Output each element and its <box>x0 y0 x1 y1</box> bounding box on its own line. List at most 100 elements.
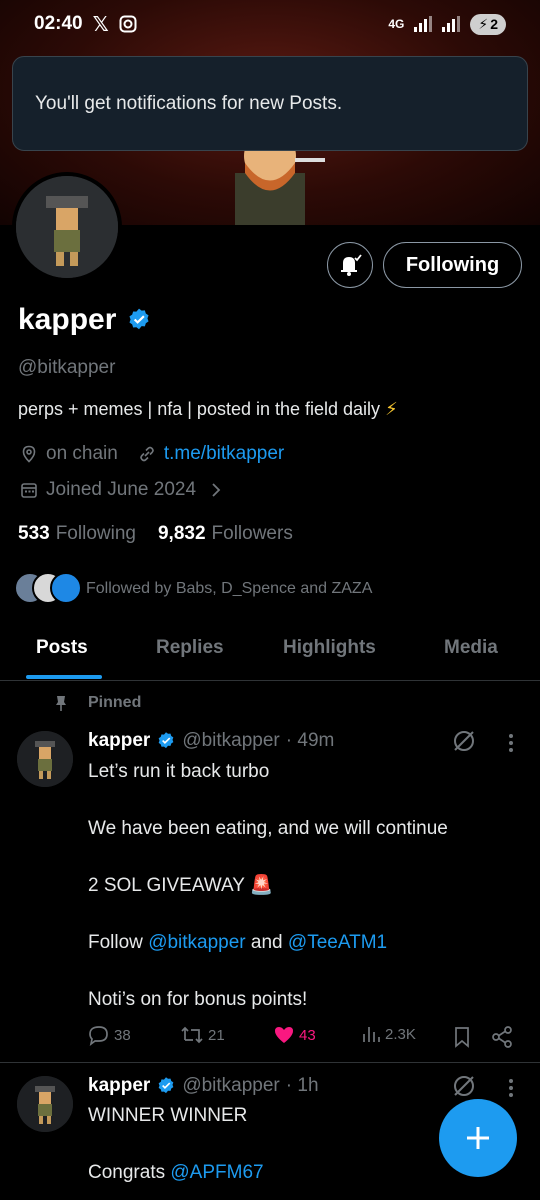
x-logo-icon: 𝕏 <box>92 13 109 36</box>
lightning-emoji: ⚡ <box>385 399 398 419</box>
avatar-image <box>16 176 118 278</box>
more-options-icon[interactable] <box>505 1078 517 1098</box>
following-count-label: Following <box>55 523 136 544</box>
plus-icon <box>467 1127 489 1149</box>
heart-filled-icon <box>275 1027 293 1043</box>
post-time: · 1h <box>285 1075 319 1096</box>
views-count: 2.3K <box>385 1025 416 1043</box>
follow-counts: 533 Following 9,832 Followers <box>18 523 293 545</box>
profile-bio: perps + memes | nfa | posted in the fiel… <box>18 399 398 420</box>
toast-text: You'll get notifications for new Posts. <box>35 92 343 114</box>
share-icon[interactable] <box>491 1026 513 1048</box>
signal-icon <box>414 16 433 32</box>
mention-bitkapper[interactable]: @bitkapper <box>148 932 245 953</box>
post-avatar-image <box>17 731 73 787</box>
like-button[interactable]: 43 <box>273 1024 316 1046</box>
profile-avatar[interactable] <box>12 172 122 282</box>
profile-tabs: Posts Replies Highlights Media <box>0 620 540 681</box>
battery-indicator: ⚡ 2 <box>470 13 506 35</box>
post-header: kapper @bitkapper · 49m <box>88 730 334 752</box>
grok-icon[interactable] <box>452 729 476 753</box>
and-text: and <box>250 932 283 953</box>
pinned-label: Pinned <box>88 694 142 711</box>
post-actions: 38 21 43 2.3K <box>88 1024 528 1052</box>
reply-icon <box>89 1026 108 1046</box>
post-line-1: Let’s run it back turbo <box>88 761 270 782</box>
profile-joined-date: Joined June 2024 <box>46 479 197 500</box>
chevron-right-icon <box>212 483 221 497</box>
post-body[interactable]: Let’s run it back turbo We have been eat… <box>88 758 448 1014</box>
post-line-3-text: 2 SOL GIVEAWAY <box>88 875 245 896</box>
profile-name: kapper <box>18 303 117 336</box>
reply-count: 38 <box>114 1026 131 1044</box>
mention-apfm67[interactable]: @APFM67 <box>170 1162 263 1183</box>
post-author-name[interactable]: kapper <box>88 730 150 752</box>
post-avatar[interactable] <box>17 731 73 787</box>
bookmark-icon[interactable] <box>453 1026 471 1048</box>
followed-by-row[interactable]: Followed by Babs, D_Spence and ZAZA <box>14 572 372 606</box>
followed-by-text: Followed by Babs, D_Spence and ZAZA <box>86 580 373 597</box>
following-count: 533 <box>18 523 50 544</box>
post-line-2: Congrats @APFM67 <box>88 1159 264 1187</box>
mention-teeatm1[interactable]: @TeeATM1 <box>288 932 387 953</box>
following-button[interactable]: Following <box>383 242 522 288</box>
post-divider <box>0 1062 540 1063</box>
tab-replies[interactable]: Replies <box>156 637 224 659</box>
verified-badge-icon <box>158 732 174 749</box>
profile-website-link[interactable]: t.me/bitkapper <box>164 443 284 465</box>
profile-handle: @bitkapper <box>18 357 116 378</box>
active-tab-indicator <box>26 675 102 679</box>
post-author-name[interactable]: kapper <box>88 1075 150 1097</box>
charging-icon: ⚡ <box>478 15 489 32</box>
notification-toast: You'll get notifications for new Posts. <box>12 56 528 151</box>
post-avatar[interactable] <box>17 1076 73 1132</box>
notification-bell-button[interactable] <box>327 242 373 288</box>
post-line-2: We have been eating, and we will continu… <box>88 818 448 839</box>
repost-count: 21 <box>208 1026 225 1044</box>
tab-posts[interactable]: Posts <box>36 637 88 659</box>
pinned-indicator: Pinned <box>52 694 141 712</box>
post-author-handle[interactable]: @bitkapper <box>182 730 279 752</box>
followers-count: 9,832 <box>157 523 206 544</box>
location-pin-icon <box>22 445 36 463</box>
follow-prefix: Follow <box>88 932 143 953</box>
followers-count-link[interactable]: 9,832 Followers <box>158 523 293 545</box>
congrats-prefix: Congrats <box>88 1162 166 1183</box>
post-line-3: 2 SOL GIVEAWAY 🚨 <box>88 872 448 900</box>
reply-button[interactable]: 38 <box>88 1024 131 1046</box>
network-type: 4G <box>388 17 405 31</box>
battery-level: 2 <box>490 16 498 32</box>
post-time: · 49m <box>285 730 335 751</box>
like-count: 43 <box>299 1026 316 1044</box>
profile-name-row: kapper <box>18 303 152 337</box>
post-author-handle[interactable]: @bitkapper <box>182 1075 279 1097</box>
post-header: kapper @bitkapper · 1h <box>88 1075 319 1097</box>
profile-joined-row[interactable]: Joined June 2024 <box>20 479 224 501</box>
signal-icon-2 <box>442 16 461 32</box>
profile-location: on chain <box>46 443 118 464</box>
tab-media[interactable]: Media <box>444 637 498 659</box>
post-body[interactable]: WINNER WINNER Congrats @APFM67 <box>88 1102 264 1187</box>
post-line-5: Noti’s on for bonus points! <box>88 989 308 1010</box>
followed-by-avatars <box>14 572 82 606</box>
verified-badge-icon[interactable] <box>126 307 152 333</box>
more-options-icon[interactable] <box>505 733 517 753</box>
following-count-link[interactable]: 533 Following <box>18 523 136 545</box>
post-avatar-image <box>17 1076 73 1132</box>
status-bar: 02:40 𝕏 4G ⚡ 2 <box>0 0 540 48</box>
bell-check-icon <box>341 254 362 276</box>
siren-emoji: 🚨 <box>249 875 274 896</box>
profile-meta-row: on chain t.me/bitkapper <box>20 443 284 465</box>
repost-icon <box>181 1026 203 1044</box>
post-line-4: Follow @bitkapper and @TeeATM1 <box>88 929 448 957</box>
link-icon <box>140 446 154 462</box>
grok-icon[interactable] <box>452 1074 476 1098</box>
compose-post-button[interactable] <box>439 1099 517 1177</box>
repost-button[interactable]: 21 <box>180 1024 225 1046</box>
views-button[interactable]: 2.3K <box>361 1024 416 1044</box>
bio-text: perps + memes | nfa | posted in the fiel… <box>18 399 381 419</box>
post-line-1: WINNER WINNER <box>88 1105 248 1126</box>
calendar-icon <box>21 483 37 498</box>
tab-highlights[interactable]: Highlights <box>283 637 376 659</box>
follower-avatar-3 <box>50 572 82 604</box>
